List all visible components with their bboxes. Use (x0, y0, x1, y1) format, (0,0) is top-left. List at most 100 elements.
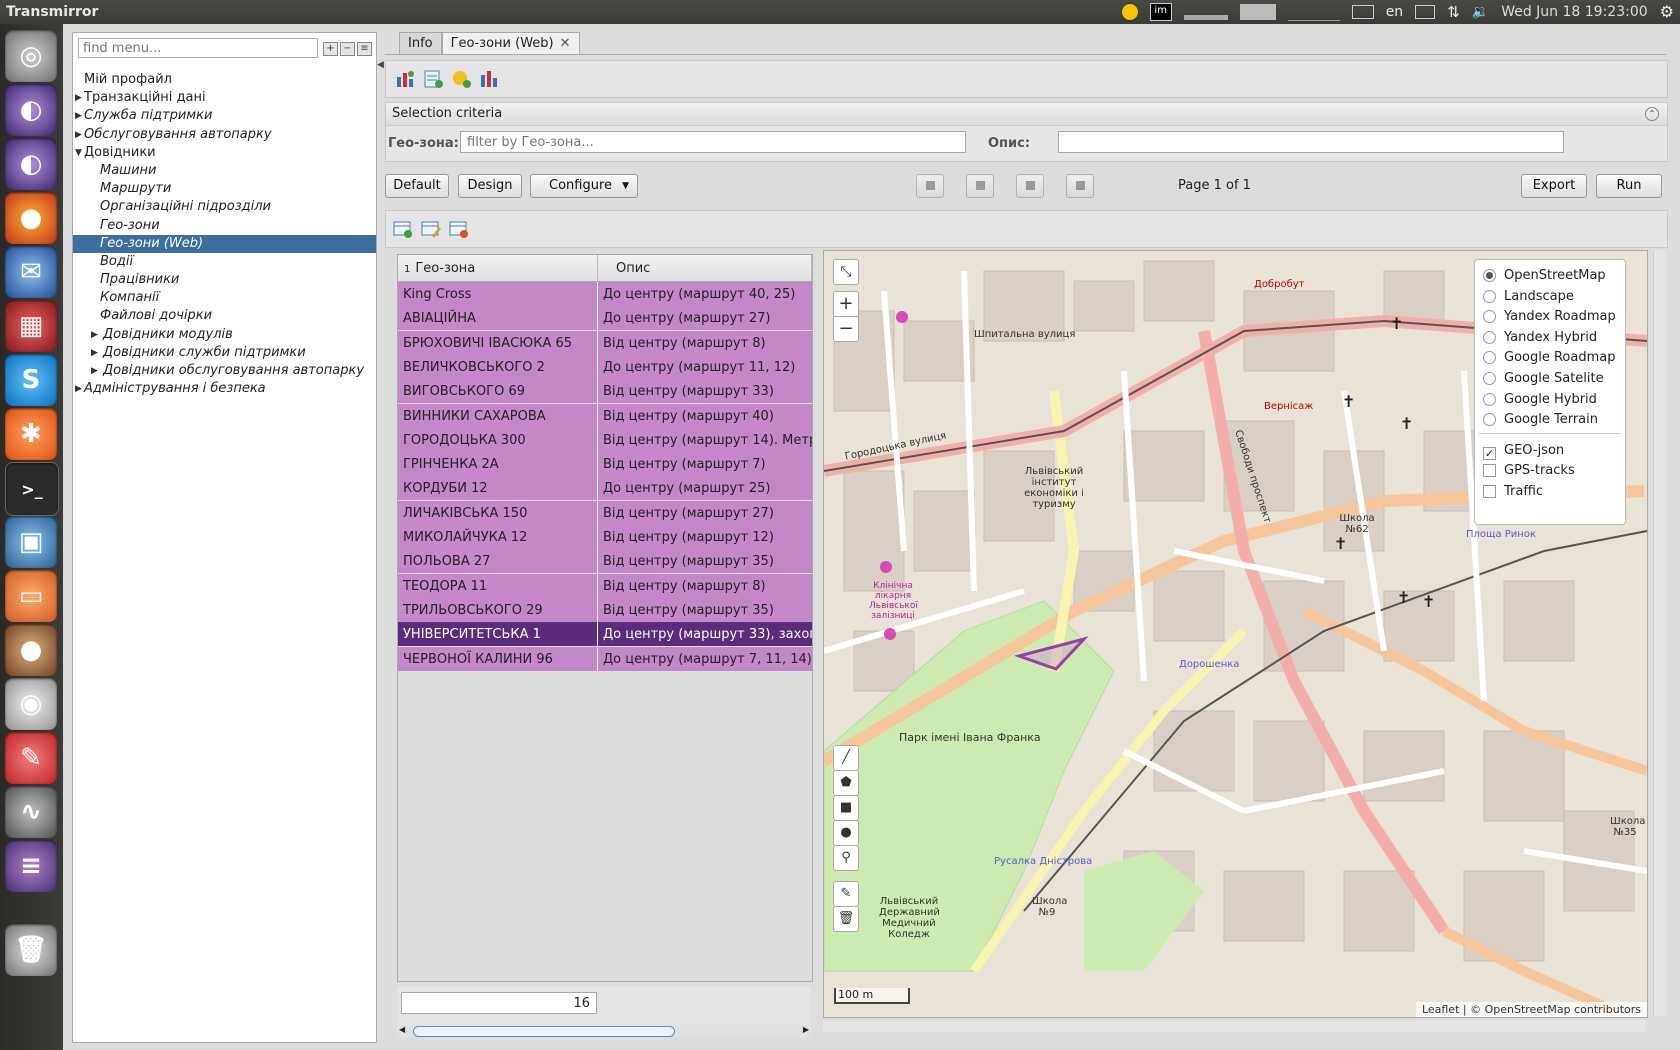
design-button[interactable]: Design (458, 174, 522, 198)
radio-button[interactable] (1483, 289, 1496, 303)
new-report-icon[interactable] (422, 69, 444, 89)
criteria-header[interactable]: Selection criteria (386, 103, 1667, 126)
table-row[interactable]: МИКОЛАЙЧУКА 12 Від центру (маршрут 12) (398, 525, 812, 551)
menu-item[interactable]: Гео-зони (Web) (73, 234, 376, 253)
draw-rectangle-icon[interactable]: ■ (833, 795, 859, 821)
checkbox[interactable] (1483, 485, 1496, 498)
run-button[interactable]: Run (1596, 174, 1662, 198)
table-row[interactable]: КОРДУБИ 12 До центру (маршрут 25) (398, 476, 812, 502)
app-red-icon[interactable]: ▦ (5, 300, 57, 352)
table-row[interactable]: ТЕОДОРА 11 Від центру (маршрут 8) (398, 573, 812, 600)
radio-button[interactable] (1483, 269, 1496, 282)
radio-button[interactable] (1483, 392, 1496, 406)
collapse-map-icon[interactable]: ⤡ (833, 259, 859, 285)
map-view[interactable]: ✝ ✝ ✝ ✝ ✝ ✝ Парк імені Івана Франка Добробут … (823, 250, 1648, 1018)
close-icon[interactable]: ✕ (560, 36, 571, 51)
last-page-button[interactable] (1066, 174, 1094, 198)
configure-button[interactable]: Configure ▼ (530, 174, 638, 198)
table-row[interactable]: УНІВЕРСИТЕТСЬКА 1 До центру (маршрут 33),… (398, 622, 812, 648)
settings-tool-icon[interactable]: ✎ (5, 732, 57, 784)
zoom-in-button[interactable]: + (833, 291, 859, 317)
eclipse-icon-2[interactable]: ◐ (5, 138, 57, 190)
menu-item[interactable]: ▶ Адміністрування і безпека (73, 380, 376, 398)
menu-item[interactable]: ▶ Обслуговування автопарку (73, 126, 376, 144)
collapsed-arrow-icon[interactable]: ▶ (91, 362, 101, 380)
firefox-icon[interactable]: ● (5, 192, 57, 244)
radio-button[interactable] (1483, 330, 1496, 344)
menu-item[interactable]: Працівники (73, 271, 376, 289)
table-row[interactable]: ТРИЛЬОВСЬКОГО 29 Від центру (маршрут 35) (398, 597, 812, 624)
menu-item[interactable]: ▼ Довідники (73, 144, 376, 162)
table-row[interactable]: ЛИЧАКІВСЬКА 150 Від центру (маршрут 27) (398, 500, 812, 527)
draw-circle-icon[interactable]: ● (833, 820, 859, 846)
layer-option[interactable]: Google Terrain (1483, 410, 1598, 430)
menu-item[interactable]: Організаційні підрозділи (73, 198, 376, 216)
skype-icon[interactable]: S (5, 354, 57, 406)
layer-option[interactable]: GPS-tracks (1483, 461, 1575, 481)
table-row[interactable]: ГОРОДОЦЬКА 300 Від центру (маршрут 14). М… (398, 427, 812, 454)
table-row[interactable]: АВІАЦІЙНА До центру (маршрут 27) (398, 306, 812, 332)
menu-item[interactable]: Машини (73, 162, 376, 180)
table-row[interactable]: ЧЕРВОНОЇ КАЛИНИ 96 До центру (маршрут 7, … (398, 646, 812, 673)
radio-button[interactable] (1483, 310, 1496, 324)
collapse-icon[interactable]: ⌃ (1645, 107, 1659, 121)
acorn-icon[interactable]: ● (5, 624, 57, 676)
clock-tray-icon[interactable] (1121, 4, 1138, 20)
column-header-description[interactable]: Опис (598, 255, 812, 281)
eclipse-icon[interactable]: ◐ (5, 84, 57, 136)
radio-button[interactable] (1483, 372, 1496, 385)
menu-options-icon[interactable]: ≡ (357, 42, 372, 56)
collapsed-arrow-icon[interactable]: ▶ (91, 344, 101, 362)
default-button[interactable]: Default (385, 174, 449, 198)
prev-page-button[interactable] (966, 174, 994, 198)
system-monitor-icon[interactable]: ∿ (5, 786, 57, 838)
draw-polyline-icon[interactable]: ╱ (833, 745, 859, 771)
speaker-icon[interactable]: ◉ (5, 678, 57, 730)
delete-layers-icon[interactable]: 🗑 (833, 906, 859, 932)
menu-item[interactable]: Маршрути (73, 180, 376, 198)
table-row[interactable]: БРЮХОВИЧІ ІВАСЮКА 65 Від центру (маршрут … (398, 330, 812, 357)
menu-item[interactable]: ▶ Довідники обслуговування автопарку (73, 362, 376, 380)
collapsed-arrow-icon[interactable]: ▶ (91, 326, 101, 344)
menu-item[interactable]: ▶ Довідники служби підтримки (73, 344, 376, 362)
horizontal-scrollbar[interactable] (823, 1020, 1646, 1032)
virtualbox-icon[interactable]: ▣ (5, 516, 57, 568)
expand-all-icon[interactable]: + (323, 42, 338, 56)
next-page-button[interactable] (1016, 174, 1044, 198)
zoom-out-button[interactable]: − (833, 316, 859, 342)
trash-icon[interactable]: 🗑 (5, 924, 57, 976)
table-row[interactable]: ВИННИКИ САХАРОВА Від центру (маршрут 40) (398, 403, 812, 430)
menu-item[interactable]: Компанії (73, 289, 376, 307)
keyboard-icon[interactable] (1351, 5, 1374, 19)
volume-icon[interactable]: 🔉 (1472, 0, 1489, 24)
table-row[interactable]: ПОЛЬОВА 27 Від центру (маршрут 35) (398, 549, 812, 575)
radio-button[interactable] (1483, 413, 1496, 427)
menu-search-input[interactable] (78, 38, 318, 58)
chart-settings-icon[interactable] (478, 69, 500, 89)
layer-option[interactable]: Google Roadmap (1483, 348, 1615, 368)
tab-geozones-web[interactable]: Гео-зони (Web) ✕ (441, 32, 580, 55)
geozone-filter-input[interactable] (460, 131, 966, 153)
tab-info[interactable]: Info (399, 32, 442, 55)
thunderbird-icon[interactable]: ✉ (5, 246, 57, 298)
table-row[interactable]: King Cross До центру (маршрут 40, 25) (398, 282, 812, 308)
clock[interactable]: Wed Jun 18 19:23:00 (1501, 0, 1647, 24)
vertical-scrollbar[interactable] (1653, 250, 1666, 1016)
layer-option[interactable]: ✓ GEO-json (1483, 441, 1564, 461)
stacked-apps-icon[interactable]: ≡ (5, 840, 57, 892)
grid-horizontal-scrollbar[interactable]: ◀ ▶ (397, 1025, 811, 1037)
scroll-left-icon[interactable]: ◀ (399, 1025, 405, 1034)
panel-splitter[interactable]: ◀ (377, 60, 384, 80)
column-header-geozone[interactable]: 1 Гео-зона (398, 255, 598, 281)
draw-marker-icon[interactable]: ⚲ (833, 845, 859, 871)
map-attribution[interactable]: Leaflet | © OpenStreetMap contributors (1415, 1002, 1647, 1017)
scrollbar-thumb[interactable] (413, 1026, 675, 1037)
terminal-icon[interactable]: >_ (5, 462, 59, 516)
delete-row-icon[interactable] (448, 219, 470, 239)
edit-row-icon[interactable] (420, 219, 442, 239)
export-button[interactable]: Export (1521, 174, 1587, 198)
add-row-icon[interactable] (392, 219, 414, 239)
checkbox[interactable]: ✓ (1483, 446, 1496, 460)
dash-home-icon[interactable]: ◎ (5, 30, 57, 82)
edit-layers-icon[interactable]: ✎ (833, 881, 859, 907)
